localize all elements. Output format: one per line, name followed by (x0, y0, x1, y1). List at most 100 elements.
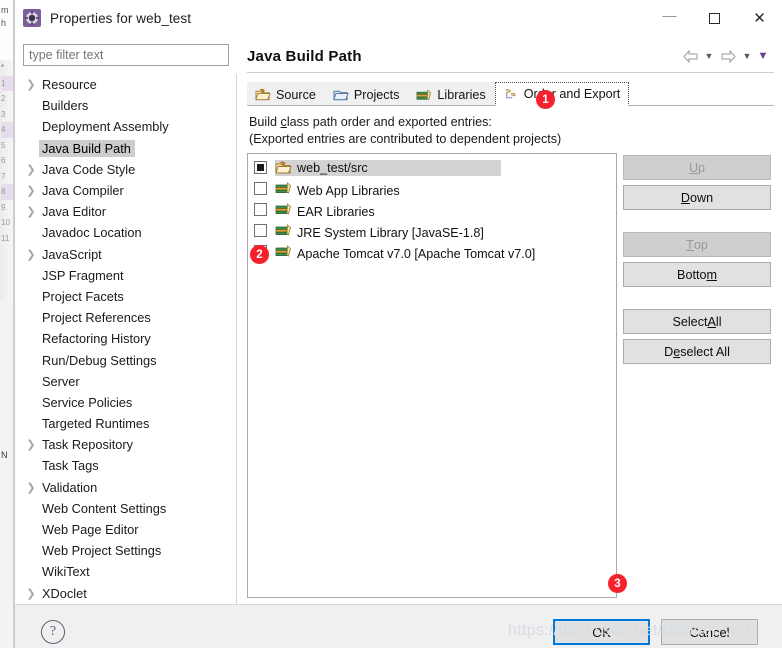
chevron-right-icon[interactable]: ❯ (23, 163, 39, 176)
tree-item-label: WikiText (42, 564, 90, 580)
background-editor-lower-text: N (1, 450, 8, 460)
gutter-line-number: 1 (1, 75, 13, 91)
order-export-icon (505, 88, 516, 99)
list-item[interactable]: Apache Tomcat v7.0 [Apache Tomcat v7.0] (248, 241, 616, 262)
gutter-line-number: 7 (1, 171, 6, 181)
tab-order-and-export[interactable]: Order and Export (494, 82, 630, 106)
btn-label-pre: Select (672, 314, 708, 329)
content-row: web_test/src Web App Libraries EAR Librari… (247, 153, 774, 604)
gutter-line-number: 11 (1, 233, 10, 243)
entry-checkbox[interactable] (254, 161, 267, 174)
up-button: Up (623, 155, 771, 180)
tree-item-builders[interactable]: Builders (15, 95, 236, 116)
chevron-right-icon[interactable]: ❯ (23, 248, 39, 261)
select-all-button[interactable]: Select All (623, 309, 771, 334)
entry-content: Web App Libraries (275, 180, 403, 198)
description-line-2: (Exported entries are contributed to dep… (249, 132, 562, 146)
list-item[interactable]: EAR Libraries (248, 199, 616, 220)
tree-item-validation[interactable]: ❯ Validation (15, 477, 236, 498)
close-button[interactable]: ✕ (737, 0, 782, 36)
filter-input[interactable] (23, 44, 229, 66)
down-button[interactable]: Down (623, 185, 771, 210)
tree-item-java-editor[interactable]: ❯ Java Editor (15, 201, 236, 222)
chevron-down-filled-icon[interactable]: ▼ (756, 47, 770, 65)
java-build-path-panel: Java Build Path ▼ ▼ ▼ Source Projects Li… (237, 36, 782, 604)
tree-item-web-project-settings[interactable]: Web Project Settings (15, 540, 236, 561)
btn-label-mnemonic: A (707, 314, 716, 329)
entry-label: Web App Libraries (297, 183, 400, 198)
maximize-icon (709, 12, 720, 24)
chevron-down-icon[interactable]: ▼ (702, 47, 716, 65)
tree-item-jsp-fragment[interactable]: JSP Fragment (15, 265, 236, 286)
tree-item-web-page-editor[interactable]: Web Page Editor (15, 519, 236, 540)
tree-item-project-facets[interactable]: Project Facets (15, 286, 236, 307)
minimize-button[interactable]: — (647, 0, 692, 36)
btn-label-post: op (693, 237, 708, 252)
tree-item-server[interactable]: Server (15, 371, 236, 392)
tree-item-run-debug-settings[interactable]: Run/Debug Settings (15, 349, 236, 370)
cancel-button-label: Cancel (689, 624, 730, 640)
gutter-line-number: 8 (1, 184, 13, 200)
chevron-right-icon[interactable]: ❯ (23, 184, 39, 197)
chevron-right-icon[interactable]: ❯ (23, 78, 39, 91)
background-editor-sliver: m h * 1 2 3 4 5 6 7 8 9 10 11 N (0, 0, 14, 648)
tree-item-wikitext[interactable]: WikiText (15, 561, 236, 582)
page-title: Java Build Path (247, 47, 362, 65)
btn-label-mnemonic: U (688, 160, 699, 175)
tree-item-refactoring-history[interactable]: Refactoring History (15, 328, 236, 349)
list-item[interactable]: Web App Libraries (248, 178, 616, 199)
tree-item-label: Web Content Settings (42, 500, 167, 516)
entry-checkbox[interactable] (254, 182, 267, 195)
tree-item-label: JSP Fragment (42, 267, 124, 283)
btn-label-mnemonic: T (686, 237, 694, 252)
tree-item-label: Task Tags (42, 458, 99, 474)
tree-item-java-compiler[interactable]: ❯ Java Compiler (15, 180, 236, 201)
cancel-button[interactable]: Cancel (661, 619, 758, 646)
tree-item-label: Server (42, 373, 80, 389)
deselect-all-button[interactable]: De select All (623, 339, 771, 364)
tree-item-xdoclet[interactable]: ❯ XDoclet (15, 583, 236, 604)
libraries-books-icon (417, 89, 432, 101)
entry-checkbox[interactable] (254, 224, 267, 237)
tree-item-resource[interactable]: ❯ Resource (15, 74, 236, 95)
tree-item-java-build-path[interactable]: Java Build Path (15, 138, 236, 159)
gutter-line-number: 9 (1, 202, 6, 212)
ok-button[interactable]: OK (553, 619, 650, 646)
chevron-down-icon[interactable]: ▼ (740, 47, 754, 65)
entry-label: Apache Tomcat v7.0 [Apache Tomcat v7.0] (297, 246, 536, 261)
list-item[interactable]: JRE System Library [JavaSE-1.8] (248, 220, 616, 241)
tree-item-javadoc-location[interactable]: Javadoc Location (15, 222, 236, 243)
tree-item-task-tags[interactable]: Task Tags (15, 455, 236, 476)
tree-item-deployment-assembly[interactable]: Deployment Assembly (15, 116, 236, 137)
tree-item-task-repository[interactable]: ❯ Task Repository (15, 434, 236, 455)
tree-item-web-content-settings[interactable]: Web Content Settings (15, 498, 236, 519)
bottom-button[interactable]: Botto m (623, 262, 771, 287)
tab-libraries[interactable]: Libraries (408, 82, 495, 106)
tree-item-javascript[interactable]: ❯ JavaScript (15, 244, 236, 265)
panel-header: Java Build Path ▼ ▼ ▼ (247, 36, 774, 72)
chevron-right-icon[interactable]: ❯ (23, 587, 39, 600)
btn-label-mnemonic: D (680, 190, 690, 205)
chevron-right-icon[interactable]: ❯ (23, 481, 39, 494)
chevron-right-icon[interactable]: ❯ (23, 438, 39, 451)
list-item[interactable]: web_test/src (248, 157, 616, 178)
tab-projects[interactable]: Projects (324, 82, 409, 106)
tree-item-service-policies[interactable]: Service Policies (15, 392, 236, 413)
help-button[interactable]: ? (41, 620, 65, 645)
panel-description: Build class path order and exported entr… (249, 114, 774, 148)
tree-item-java-code-style[interactable]: ❯ Java Code Style (15, 159, 236, 180)
settings-tree[interactable]: ❯ Resource Builders Deployment Assembly Java… (15, 74, 237, 604)
tree-item-project-references[interactable]: Project References (15, 307, 236, 328)
tree-item-label: Task Repository (42, 437, 134, 453)
tab-source[interactable]: Source (247, 82, 325, 106)
classpath-entry-list[interactable]: web_test/src Web App Libraries EAR Librari… (247, 153, 617, 598)
tree-item-label: Web Project Settings (42, 543, 162, 559)
maximize-button[interactable] (692, 0, 737, 36)
tree-item-targeted-runtimes[interactable]: Targeted Runtimes (15, 413, 236, 434)
arrow-right-icon[interactable] (718, 46, 738, 66)
settings-navigation-pane: ❯ResourceBuildersDeployment AssemblyJava… (15, 36, 237, 604)
entry-checkbox[interactable] (254, 203, 267, 216)
arrow-left-icon[interactable] (680, 46, 700, 66)
chevron-right-icon[interactable]: ❯ (23, 205, 39, 218)
minimize-icon: — (662, 6, 677, 23)
